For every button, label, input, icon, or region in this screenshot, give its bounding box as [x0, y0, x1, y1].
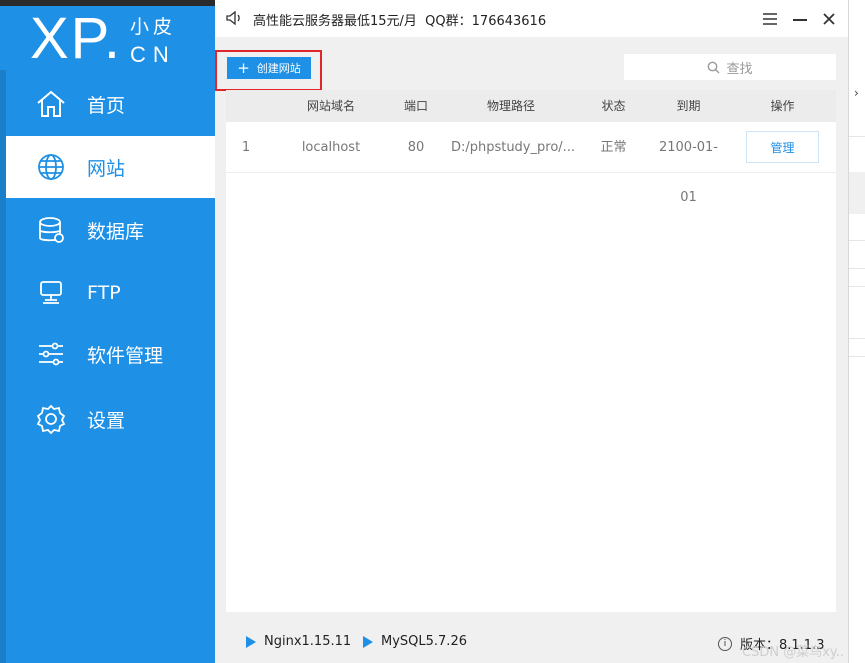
database-icon [34, 213, 68, 247]
app-logo: XP. 小皮 CN [30, 6, 190, 71]
table-row[interactable]: 1 localhost 80 D:/phpstudy_pro/... 正常 21… [226, 123, 836, 205]
gear-icon [34, 402, 68, 436]
minimize-icon[interactable] [787, 6, 813, 32]
sidebar-item-ftp[interactable]: FTP [6, 262, 215, 324]
sidebar-item-websites[interactable]: 网站 [6, 136, 215, 198]
chevron-right-icon: › [854, 86, 859, 100]
main-window: 高性能云服务器最低15元/月 QQ群：176643616 + 创建网站 查找 网… [215, 0, 848, 663]
plus-icon: + [237, 58, 250, 77]
create-website-button[interactable]: + 创建网站 [227, 57, 311, 79]
website-table: 网站域名 端口 物理路径 状态 到期 操作 1 localhost 80 D:/… [226, 90, 836, 612]
speaker-icon [225, 9, 243, 27]
background-window: › [848, 0, 865, 663]
sidebar-item-label: 软件管理 [87, 344, 164, 367]
create-website-label: 创建网站 [256, 62, 301, 75]
column-header-path: 物理路径 [486, 99, 535, 113]
service-nginx[interactable]: Nginx1.15.11 [246, 634, 351, 649]
background-divider [849, 356, 865, 357]
column-header-status: 状态 [601, 99, 626, 113]
service-mysql[interactable]: MySQL5.7.26 [363, 634, 467, 649]
title-bar: 高性能云服务器最低15元/月 QQ群：176643616 [215, 0, 848, 37]
info-icon: i [718, 636, 732, 651]
row-domain: localhost [301, 140, 361, 155]
play-icon [363, 635, 373, 648]
row-port: 80 [407, 140, 425, 155]
ftp-icon [34, 276, 68, 310]
column-header-expiry: 到期 [676, 99, 701, 113]
search-placeholder: 查找 [726, 61, 753, 77]
row-index: 1 [241, 140, 251, 155]
column-header-domain: 网站域名 [306, 99, 355, 113]
column-header-action: 操作 [770, 99, 795, 113]
manage-button[interactable]: 管理 [746, 131, 819, 163]
sidebar: XP. 小皮 CN 首页 网站 数据库 FTP 软件管理 设置 [0, 0, 215, 663]
watermark: CSDN @菜鸟xy.. [742, 645, 844, 660]
table-header: 网站域名 端口 物理路径 状态 到期 操作 [226, 90, 836, 122]
sidebar-item-software[interactable]: 软件管理 [6, 323, 215, 385]
background-divider [849, 286, 865, 287]
sliders-icon [34, 337, 68, 371]
globe-icon [34, 150, 68, 184]
close-icon[interactable] [816, 6, 842, 32]
service-label: Nginx1.15.11 [264, 634, 352, 649]
background-divider [849, 268, 865, 269]
sidebar-item-database[interactable]: 数据库 [6, 199, 215, 261]
logo-chinese: 小皮 [130, 16, 177, 38]
background-row [849, 172, 865, 214]
sidebar-item-label: 设置 [87, 409, 126, 432]
sidebar-item-home[interactable]: 首页 [6, 73, 215, 135]
row-path: D:/phpstudy_pro/... [450, 140, 576, 155]
search-input[interactable]: 查找 [624, 54, 836, 80]
sidebar-item-label: 数据库 [87, 220, 145, 243]
row-status: 正常 [600, 140, 627, 155]
home-icon [34, 87, 68, 121]
row-expiry: 2100-01-01 [658, 140, 718, 205]
logo-mark: XP. [30, 6, 123, 71]
promo-notice[interactable]: 高性能云服务器最低15元/月 QQ群：176643616 [253, 10, 546, 29]
background-divider [849, 136, 865, 137]
column-header-port: 端口 [403, 99, 428, 113]
background-divider [849, 338, 865, 339]
menu-icon[interactable] [757, 6, 783, 32]
background-divider [849, 240, 865, 241]
sidebar-item-label: FTP [87, 282, 121, 304]
sidebar-item-label: 首页 [87, 94, 126, 117]
search-icon [708, 61, 720, 73]
play-icon [246, 635, 256, 648]
sidebar-item-settings[interactable]: 设置 [6, 388, 215, 450]
logo-domain: CN [130, 42, 176, 67]
service-label: MySQL5.7.26 [381, 634, 467, 649]
sidebar-item-label: 网站 [87, 157, 126, 180]
